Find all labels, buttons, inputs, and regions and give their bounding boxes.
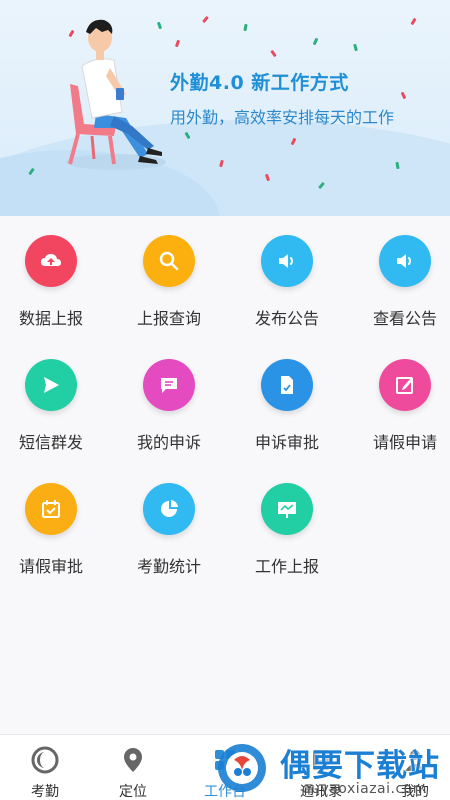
banner: 外勤4.0 新工作方式 用外勤，高效率安排每天的工作: [0, 0, 450, 216]
tile-label: 工作上报: [254, 557, 319, 576]
nav-item-location[interactable]: 定位: [88, 735, 178, 800]
tile-sms-broadcast[interactable]: 短信群发: [0, 340, 112, 460]
clock-icon: [30, 745, 60, 775]
tile-my-appeal[interactable]: 我的申诉: [118, 340, 230, 460]
tile-label: 请假审批: [18, 557, 83, 576]
location-pin-icon: [118, 745, 148, 775]
tile-publish-notice[interactable]: 发布公告: [236, 216, 348, 336]
watermark: 偶要下载站 ouyaoxiazai.com: [210, 738, 450, 800]
tile-label: 发布公告: [254, 309, 319, 328]
cloud-upload-icon: [25, 235, 77, 287]
confetti: [243, 23, 248, 32]
banner-subtitle: 用外勤，高效率安排每天的工作: [170, 108, 395, 127]
nav-label: 定位: [119, 784, 147, 800]
tile-appeal-approval[interactable]: 申诉审批: [236, 340, 348, 460]
tile-label: 申诉审批: [254, 433, 319, 452]
tile-report-query[interactable]: 上报查询: [118, 216, 230, 336]
tile-label: 我的申诉: [136, 433, 201, 452]
document-check-icon: [261, 359, 313, 411]
confetti: [312, 37, 319, 46]
search-icon: [143, 235, 195, 287]
speaker-icon: [261, 235, 313, 287]
watermark-text: 偶要下载站: [280, 748, 440, 784]
confetti: [410, 17, 417, 26]
function-grid: 数据上报 上报查询 发布公告 查看公告 短信群发 我的申诉 申诉审批 请假申请 …: [0, 216, 450, 734]
tile-work-report[interactable]: 工作上报: [236, 464, 348, 584]
person-on-chair-illustration: [66, 19, 166, 170]
tile-leave-request[interactable]: 请假申请: [354, 340, 450, 460]
tile-label: 请假申请: [372, 433, 437, 452]
pie-chart-icon: [143, 483, 195, 535]
message-icon: [143, 359, 195, 411]
calendar-check-icon: [25, 483, 77, 535]
nav-label: 考勤: [31, 784, 59, 800]
confetti: [202, 15, 209, 24]
tile-attendance-stats[interactable]: 考勤统计: [118, 464, 230, 584]
tile-label: 考勤统计: [136, 557, 201, 576]
tile-label: 上报查询: [136, 309, 201, 328]
tile-leave-approval[interactable]: 请假审批: [0, 464, 112, 584]
banner-title: 外勤4.0 新工作方式: [170, 72, 349, 94]
watermark-logo: [218, 744, 266, 792]
confetti: [270, 49, 277, 58]
edit-icon: [379, 359, 431, 411]
confetti: [400, 91, 407, 100]
tile-label: 查看公告: [372, 309, 437, 328]
send-icon: [25, 359, 77, 411]
presentation-icon: [261, 483, 313, 535]
watermark-url: ouyaoxiazai.com: [302, 781, 427, 797]
speaker-icon: [379, 235, 431, 287]
confetti: [353, 43, 358, 52]
tile-label: 短信群发: [18, 433, 83, 452]
tile-data-report[interactable]: 数据上报: [0, 216, 112, 336]
tile-view-notice[interactable]: 查看公告: [354, 216, 450, 336]
tile-label: 数据上报: [18, 309, 83, 328]
nav-item-attendance[interactable]: 考勤: [0, 735, 90, 800]
